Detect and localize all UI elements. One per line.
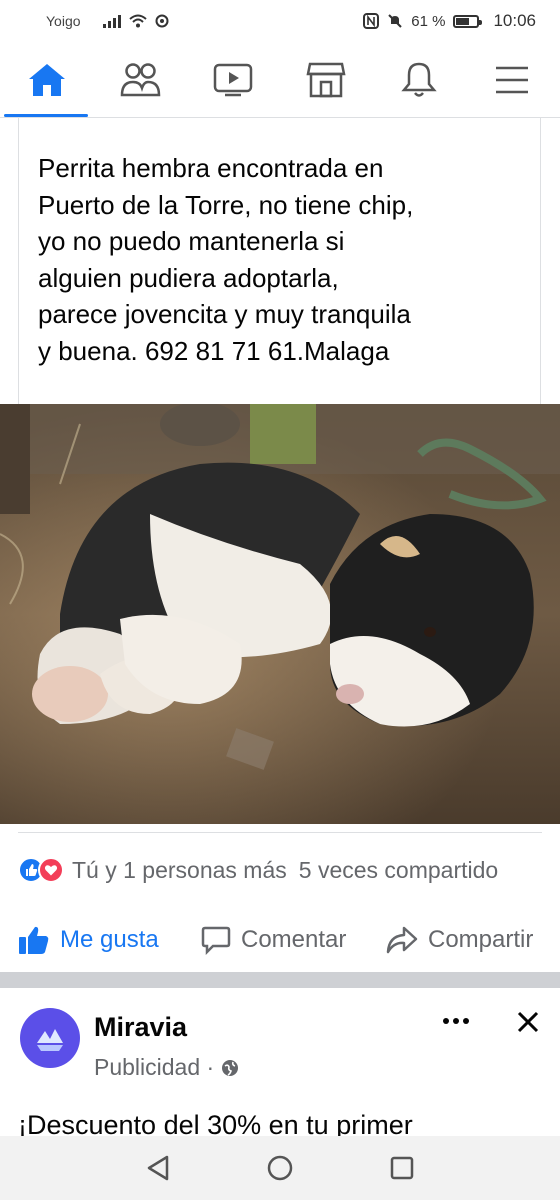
notification-dot-icon — [155, 14, 169, 28]
close-icon — [517, 1011, 539, 1033]
reactions-text: Tú y 1 personas más — [72, 856, 287, 883]
sponsored-label: Publicidad · — [94, 1054, 215, 1080]
system-back-button[interactable] — [140, 1150, 176, 1186]
home-icon — [28, 63, 65, 96]
notifications-icon — [400, 62, 437, 97]
back-icon — [147, 1155, 169, 1181]
mute-icon — [388, 14, 402, 28]
post-photo-dog[interactable] — [0, 404, 560, 824]
dog-photo-illustration — [0, 404, 560, 824]
more-options-button[interactable] — [436, 1006, 476, 1036]
post-frame-right — [540, 118, 541, 404]
top-nav-bar — [0, 42, 560, 118]
shares-count[interactable]: 5 veces compartido — [299, 857, 498, 884]
marketplace-icon — [305, 62, 346, 97]
ad-subtitle: Publicidad · — [94, 1054, 240, 1081]
miravia-logo-icon — [37, 1029, 63, 1051]
like-label: Me gusta — [60, 926, 159, 953]
hide-ad-button[interactable] — [510, 1004, 546, 1040]
status-right: 61 % 10:06 — [363, 11, 536, 31]
post-text-line: Puerto de la Torre, no tiene chip, — [38, 189, 414, 220]
post-actions: Me gusta Comentar Compartir — [18, 912, 560, 968]
status-left: Yoigo — [46, 13, 169, 29]
post-text-line: parece jovencita y muy tranquila — [38, 299, 411, 329]
comment-icon — [201, 926, 231, 955]
system-recents-button[interactable] — [384, 1150, 420, 1186]
advertiser-avatar[interactable] — [20, 1008, 80, 1068]
battery-percent: 61 % — [411, 12, 446, 30]
friends-icon — [120, 62, 160, 96]
feed-divider — [0, 972, 560, 988]
post-text-line: alguien pudiera adoptarla, — [38, 262, 339, 293]
carrier-name: Yoigo — [46, 13, 81, 29]
post-text-line: Perrita hembra encontrada en — [38, 153, 384, 183]
tab-notifications[interactable] — [372, 42, 465, 117]
reactions-summary[interactable]: Tú y 1 personas más 5 veces compartido — [18, 850, 560, 890]
status-bar: Yoigo 61 % 10:06 — [0, 0, 560, 42]
active-tab-indicator — [4, 114, 88, 117]
system-home-button[interactable] — [262, 1150, 298, 1186]
post-text-line: y buena. 692 81 71 61.Malaga — [38, 335, 390, 366]
share-label: Compartir — [428, 926, 534, 953]
tab-marketplace[interactable] — [279, 42, 372, 117]
share-button[interactable]: Compartir — [386, 926, 533, 954]
nfc-icon — [363, 13, 380, 29]
more-dots-icon — [443, 1018, 469, 1024]
like-button[interactable]: Me gusta — [18, 925, 201, 955]
home-circle-icon — [267, 1155, 293, 1181]
globe-icon — [222, 1059, 239, 1076]
recents-icon — [390, 1156, 414, 1180]
post-frame-left — [18, 118, 19, 404]
battery-fill — [456, 17, 469, 25]
share-icon — [386, 926, 418, 954]
tab-menu[interactable] — [465, 42, 558, 117]
post-image-bottom-border — [18, 832, 542, 833]
menu-icon — [495, 66, 528, 93]
tab-watch[interactable] — [186, 42, 279, 117]
battery-icon — [453, 14, 483, 28]
thumbs-up-icon — [19, 926, 49, 954]
comment-button[interactable]: Comentar — [201, 925, 386, 955]
clock: 10:06 — [493, 11, 536, 30]
tab-home[interactable] — [0, 42, 93, 117]
post-text: Perrita hembra encontrada en Puerto de l… — [38, 150, 538, 369]
comment-label: Comentar — [241, 926, 347, 953]
advertiser-name[interactable]: Miravia — [94, 1012, 187, 1043]
tab-friends[interactable] — [93, 42, 186, 117]
signal-icon — [102, 14, 121, 28]
love-reaction-icon — [38, 857, 64, 883]
reaction-icons — [18, 857, 64, 883]
system-navigation-bar — [0, 1136, 560, 1200]
post-text-line: yo no puedo mantenerla si — [38, 226, 345, 256]
wifi-icon — [128, 14, 147, 28]
watch-icon — [213, 63, 252, 96]
